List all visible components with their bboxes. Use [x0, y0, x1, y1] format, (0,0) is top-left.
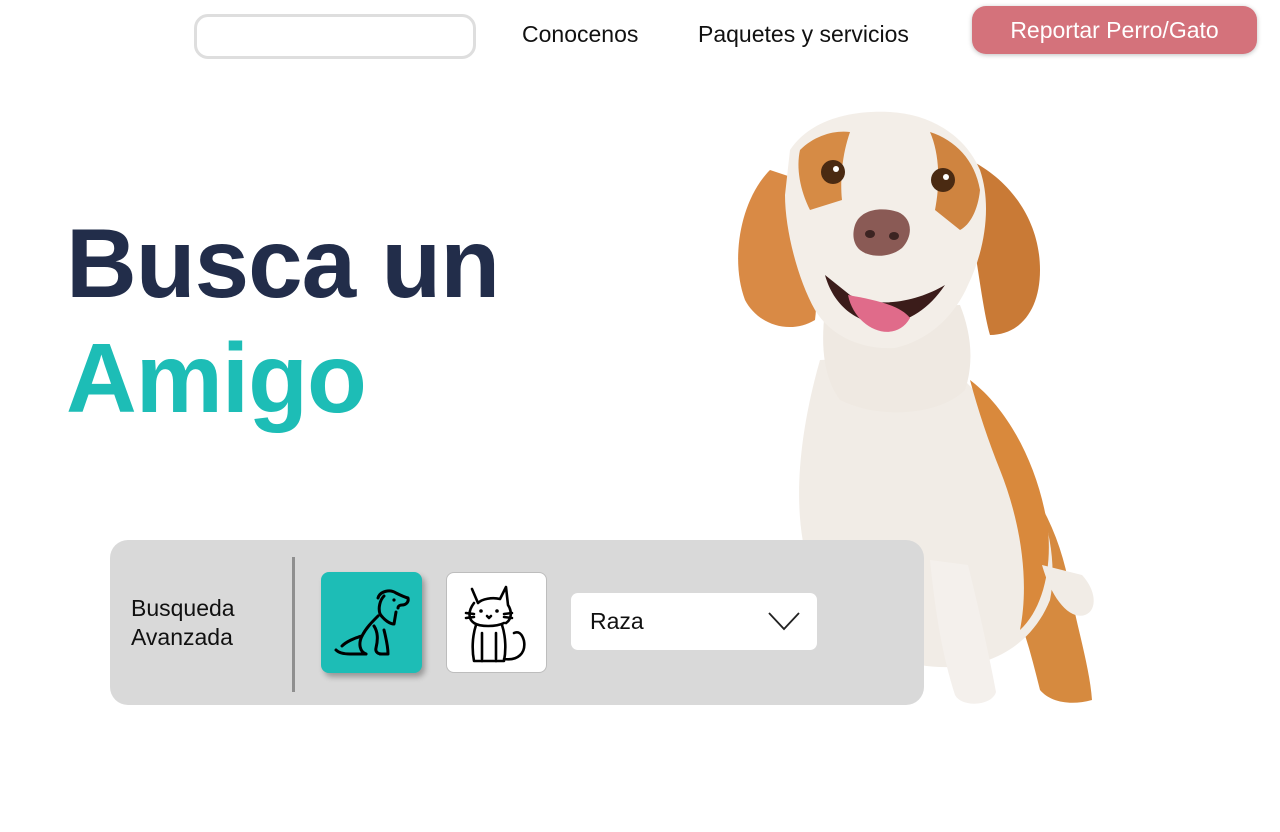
panel-divider: [292, 557, 295, 692]
report-pet-button[interactable]: Reportar Perro/Gato: [972, 6, 1257, 54]
nav-link-conocenos[interactable]: Conocenos: [522, 21, 638, 48]
advanced-search-panel: Busqueda Avanzada Raza: [110, 540, 924, 705]
cat-icon: [464, 585, 526, 662]
hero-title-line2: Amigo: [66, 323, 367, 433]
breed-select[interactable]: Raza: [571, 593, 817, 650]
advanced-search-title-line2: Avanzada: [131, 624, 233, 650]
dog-icon: [334, 588, 410, 655]
nav-link-paquetes-servicios[interactable]: Paquetes y servicios: [698, 21, 909, 48]
chevron-down-icon: [768, 612, 800, 631]
advanced-search-title-line1: Busqueda: [131, 595, 235, 621]
breed-select-value: Raza: [590, 608, 644, 634]
hero-title-line1: Busca un: [66, 208, 500, 318]
advanced-search-title: Busqueda Avanzada: [131, 594, 281, 652]
dog-filter-button[interactable]: [321, 572, 422, 673]
search-input[interactable]: [194, 14, 476, 59]
cat-filter-button[interactable]: [446, 572, 547, 673]
